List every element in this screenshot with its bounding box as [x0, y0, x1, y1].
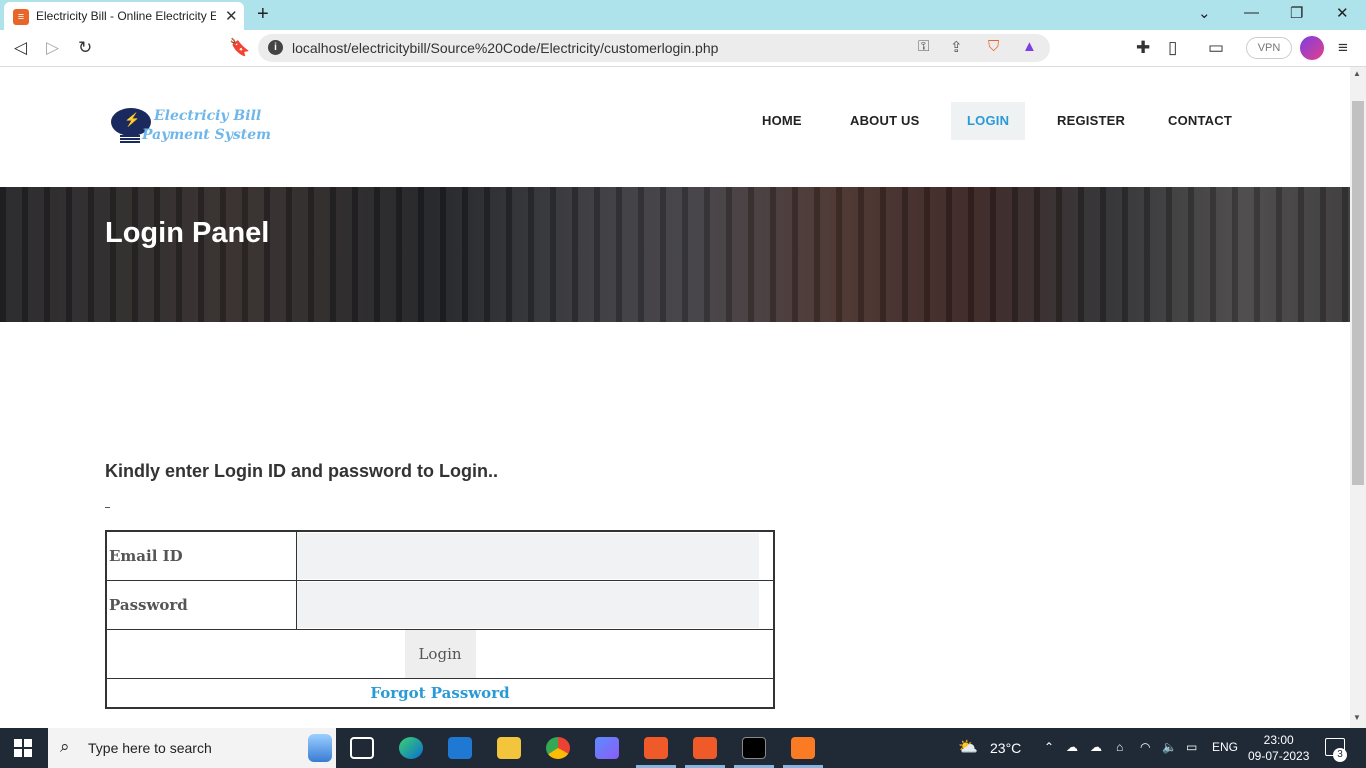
wifi-icon[interactable]: ◠ — [1140, 740, 1150, 754]
device-icon[interactable]: ⌂ — [1116, 740, 1123, 754]
notification-badge: 3 — [1333, 748, 1347, 762]
site-info-icon[interactable]: i — [268, 40, 283, 55]
lightbulb-base — [120, 135, 140, 143]
language-indicator[interactable]: ENG — [1212, 740, 1238, 754]
menu-icon[interactable]: ≡ — [1338, 38, 1348, 58]
nav-login[interactable]: LOGIN — [951, 102, 1026, 140]
forgot-password-link[interactable]: Forgot Password — [105, 677, 775, 709]
onedrive-icon[interactable]: ☁ — [1066, 740, 1078, 754]
submit-cell: Login — [105, 628, 775, 679]
reload-icon[interactable]: ↻ — [78, 38, 92, 58]
browser-tab-bar: ≡ Electricity Bill - Online Electricity … — [0, 0, 1366, 30]
logo-line-2: Payment System — [142, 127, 271, 143]
forgot-row: Forgot Password — [105, 677, 775, 709]
login-button[interactable]: Login — [404, 629, 476, 678]
mail-icon[interactable] — [448, 737, 472, 759]
taskbar-search[interactable]: ⌕ Type here to search — [48, 728, 336, 768]
vpn-button[interactable]: VPN — [1246, 37, 1292, 59]
chrome-icon[interactable] — [546, 737, 570, 759]
email-cell — [295, 530, 775, 581]
clock[interactable]: 23:00 09-07-2023 — [1248, 732, 1309, 764]
back-icon[interactable]: ◁ — [14, 38, 27, 58]
browser-tab[interactable]: ≡ Electricity Bill - Online Electricity … — [4, 2, 244, 30]
scroll-thumb[interactable] — [1352, 101, 1364, 485]
billing-icon: ≡ — [13, 9, 29, 25]
submit-row: Login — [105, 628, 775, 679]
key-icon[interactable]: ⚿ — [918, 38, 929, 55]
browser-toolbar: ◁ ▷ ↻ 🔖 i localhost/electricitybill/Sour… — [0, 30, 1366, 67]
divider — [105, 507, 110, 508]
weather-temp[interactable]: 23°C — [990, 740, 1021, 756]
file-explorer-icon[interactable] — [497, 737, 521, 759]
address-bar[interactable]: i localhost/electricitybill/Source%20Cod… — [258, 34, 1050, 62]
chevron-up-icon[interactable]: ⌃ — [1044, 740, 1054, 754]
tab-search-chevron-icon[interactable]: ⌄ — [1198, 4, 1211, 22]
clock-date: 09-07-2023 — [1248, 749, 1310, 763]
brave-window-icon[interactable] — [693, 737, 717, 759]
new-tab-icon[interactable]: + — [257, 3, 269, 26]
brave-rewards-icon[interactable]: ▲ — [1022, 38, 1037, 55]
email-field[interactable] — [296, 532, 759, 579]
scroll-up-icon[interactable]: ▲ — [1353, 69, 1361, 78]
xampp-icon[interactable] — [791, 737, 815, 759]
forward-icon[interactable]: ▷ — [46, 38, 59, 58]
share-icon[interactable]: ⇪ — [950, 38, 963, 56]
close-tab-icon[interactable]: ✕ — [225, 7, 238, 25]
brave-shield-icon[interactable]: ⛉ — [988, 38, 999, 55]
extensions-icon[interactable]: ✚ — [1136, 38, 1150, 58]
profile-avatar[interactable] — [1300, 36, 1324, 60]
password-field[interactable] — [296, 581, 759, 628]
copilot-icon[interactable] — [595, 737, 619, 759]
page-title: Login Panel — [105, 217, 270, 249]
bookmark-icon[interactable]: 🔖 — [229, 38, 250, 58]
scroll-down-icon[interactable]: ▼ — [1353, 713, 1361, 722]
email-label: Email ID — [105, 530, 297, 581]
nav-contact[interactable]: CONTACT — [1152, 102, 1248, 140]
battery-icon[interactable]: ▭ — [1186, 740, 1197, 754]
email-row: Email ID — [105, 530, 775, 581]
close-window-icon[interactable]: ✕ — [1336, 4, 1349, 22]
sidebar-icon[interactable]: ▯ — [1168, 38, 1177, 58]
minimize-icon[interactable]: — — [1244, 4, 1259, 21]
url-text[interactable]: localhost/electricitybill/Source%20Code/… — [292, 40, 718, 56]
nav-home[interactable]: HOME — [746, 102, 818, 140]
windows-start-icon[interactable] — [14, 739, 32, 757]
search-icon: ⌕ — [60, 737, 70, 756]
cloud-error-icon[interactable]: ☁ — [1090, 740, 1102, 754]
web-page: Electriciy Bill Payment System HOME ABOU… — [0, 67, 1350, 728]
task-view-icon[interactable] — [350, 737, 374, 759]
search-highlight-icon — [308, 734, 332, 762]
login-form: Email ID Password Login Forgot Password — [105, 530, 775, 709]
password-row: Password — [105, 579, 775, 630]
edge-icon[interactable] — [399, 737, 423, 759]
search-placeholder: Type here to search — [88, 740, 212, 756]
windows-taskbar: ⌕ Type here to search ⛅ 23°C ⌃ ☁ ☁ ⌂ ◠ 🔈… — [0, 728, 1366, 768]
terminal-icon[interactable] — [742, 737, 766, 759]
logo-line-1: Electriciy Bill — [154, 108, 262, 124]
nav-about-us[interactable]: ABOUT US — [834, 102, 936, 140]
nav-register[interactable]: REGISTER — [1041, 102, 1141, 140]
page-scrollbar[interactable]: ▲ ▼ — [1350, 67, 1366, 728]
login-instruction: Kindly enter Login ID and password to Lo… — [105, 461, 499, 481]
wallet-icon[interactable]: ▭ — [1208, 38, 1224, 58]
banner-city-image — [0, 187, 1350, 322]
password-label: Password — [105, 579, 297, 630]
restore-icon[interactable]: ❐ — [1290, 4, 1303, 22]
volume-icon[interactable]: 🔈 — [1162, 740, 1177, 754]
tab-title: Electricity Bill - Online Electricity E — [36, 9, 216, 23]
site-logo[interactable]: Electriciy Bill Payment System — [108, 105, 278, 147]
brave-icon[interactable] — [644, 737, 668, 759]
password-cell — [295, 579, 775, 630]
weather-icon[interactable]: ⛅ — [958, 737, 978, 757]
clock-time: 23:00 — [1263, 733, 1294, 747]
page-banner: Login Panel — [0, 187, 1350, 322]
